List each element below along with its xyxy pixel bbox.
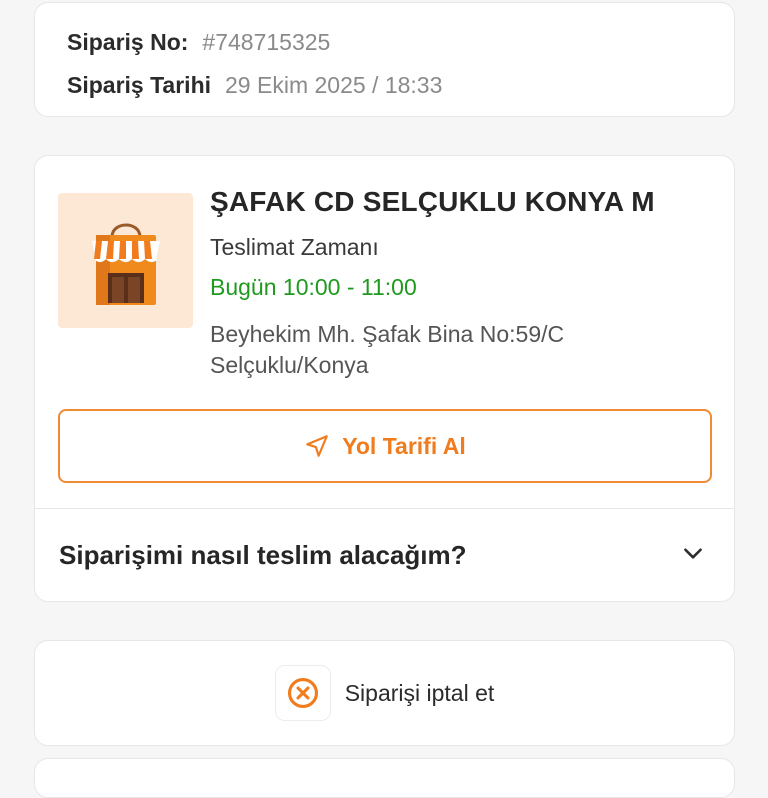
order-info-card: Sipariş No: #748715325 Sipariş Tarihi 29… [34,2,735,117]
order-date-label: Sipariş Tarihi [67,72,212,98]
get-directions-label: Yol Tarifi Al [342,432,466,459]
address-line-1: Beyhekim Mh. Şafak Bina No:59/C [210,321,565,347]
order-number-row: Sipariş No: #748715325 [67,29,330,56]
store-address: Beyhekim Mh. Şafak Bina No:59/C Selçuklu… [210,319,690,381]
delivery-time-value: Bugün 10:00 - 11:00 [210,274,417,300]
store-image [58,193,193,328]
cancel-circle-icon [287,677,318,709]
order-number-label: Sipariş No: [67,29,189,55]
chevron-down-icon [680,540,706,571]
cancel-order-label: Siparişi iptal et [344,679,495,706]
navigation-arrow-icon [304,433,330,459]
cancel-order-button[interactable]: Siparişi iptal et [274,665,495,721]
next-card [34,758,735,798]
get-directions-button[interactable]: Yol Tarifi Al [58,409,712,483]
order-date-row: Sipariş Tarihi 29 Ekim 2025 / 18:33 [67,72,442,99]
delivery-faq-question: Siparişimi nasıl teslim alacağım? [59,540,467,570]
cancel-icon-box [274,665,331,721]
storefront-icon [91,223,160,305]
store-name: ŞAFAK CD SELÇUKLU KONYA M [210,186,655,217]
order-number-value: #748715325 [202,29,331,55]
delivery-time-label: Teslimat Zamanı [210,234,379,260]
delivery-faq-accordion[interactable]: Siparişimi nasıl teslim alacağım? [35,509,734,602]
address-line-2: Selçuklu/Konya [210,352,369,378]
store-card: ŞAFAK CD SELÇUKLU KONYA M Teslimat Zaman… [34,155,735,602]
cancel-order-card: Siparişi iptal et [34,640,735,746]
order-date-value: 29 Ekim 2025 / 18:33 [225,72,443,98]
